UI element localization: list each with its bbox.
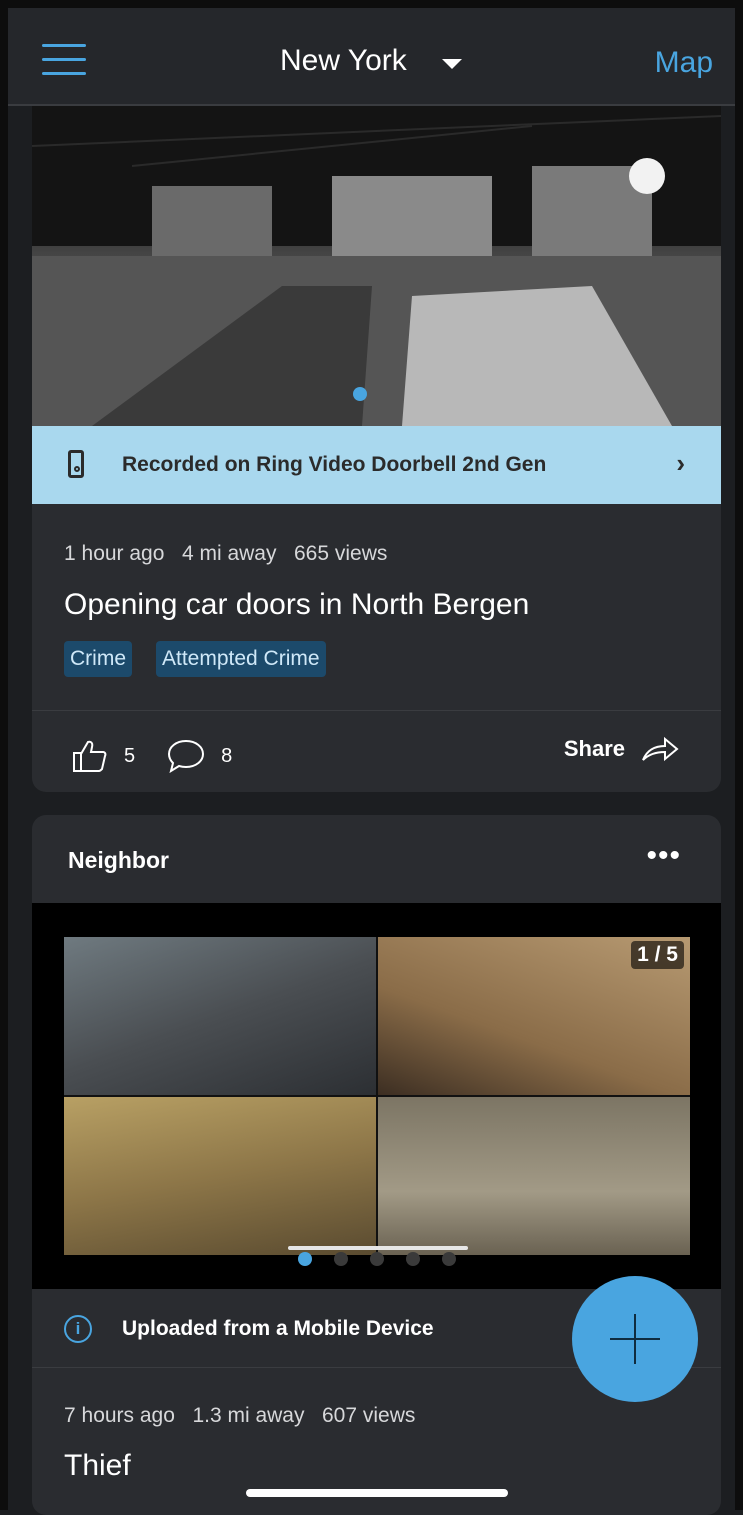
- post-views: 607 views: [322, 1404, 416, 1427]
- home-indicator[interactable]: [246, 1489, 508, 1497]
- post-card-2: Neighbor ••• 1 / 5 i Uploaded from a Mob…: [32, 815, 721, 1515]
- device-info-bar[interactable]: Recorded on Ring Video Doorbell 2nd Gen …: [32, 426, 721, 504]
- post-title[interactable]: Opening car doors in North Bergen: [64, 588, 529, 622]
- share-arrow-icon: [642, 736, 679, 762]
- camera-feed: [378, 1097, 690, 1255]
- doorbell-icon: [68, 450, 84, 478]
- tag-attempted-crime[interactable]: Attempted Crime: [156, 641, 326, 677]
- post-time: 7 hours ago: [64, 1404, 175, 1427]
- post-video-1[interactable]: [32, 106, 721, 426]
- comment-count: 8: [221, 744, 233, 767]
- carousel-dot[interactable]: [370, 1252, 384, 1266]
- post-meta: 1 hour ago 4 mi away 665 views: [64, 542, 387, 566]
- post-meta: 7 hours ago 1.3 mi away 607 views: [64, 1404, 415, 1428]
- like-count: 5: [124, 744, 136, 767]
- post-distance: 1.3 mi away: [192, 1404, 305, 1427]
- info-icon: i: [64, 1315, 92, 1343]
- map-button[interactable]: Map: [655, 46, 713, 80]
- post-author: Neighbor: [68, 847, 169, 873]
- tag-list: Crime Attempted Crime: [64, 641, 326, 677]
- media-counter: 1 / 5: [631, 941, 684, 969]
- carousel-indicators: [298, 1252, 456, 1266]
- doorbell-video-thumbnail: [32, 106, 721, 426]
- carousel-dot[interactable]: [406, 1252, 420, 1266]
- tag-crime[interactable]: Crime: [64, 641, 132, 677]
- thumbs-up-icon[interactable]: [72, 739, 108, 773]
- video-scrubber[interactable]: [288, 1246, 468, 1250]
- share-button[interactable]: Share: [564, 736, 679, 762]
- post-title[interactable]: Thief: [64, 1449, 131, 1483]
- chevron-right-icon: ›: [676, 448, 685, 478]
- carousel-indicator: [353, 387, 367, 401]
- upload-label: Uploaded from a Mobile Device: [122, 1317, 434, 1340]
- post-actions: 5 8: [72, 738, 264, 774]
- post-views: 665 views: [293, 542, 388, 565]
- comment-icon[interactable]: [167, 738, 205, 774]
- location-selector[interactable]: New York: [280, 44, 407, 78]
- post-card-1: Recorded on Ring Video Doorbell 2nd Gen …: [32, 106, 721, 792]
- top-bar: New York Map: [8, 8, 735, 106]
- post-time: 1 hour ago: [64, 542, 165, 565]
- carousel-dot[interactable]: [298, 1252, 312, 1266]
- divider: [32, 710, 721, 711]
- chevron-down-icon[interactable]: [442, 59, 462, 69]
- camera-feed: [64, 937, 376, 1095]
- hamburger-menu-icon[interactable]: [42, 44, 86, 76]
- add-post-button[interactable]: [572, 1276, 698, 1402]
- more-options-icon[interactable]: •••: [646, 839, 681, 873]
- device-label: Recorded on Ring Video Doorbell 2nd Gen: [122, 453, 547, 476]
- cctv-grid: 1 / 5: [64, 937, 690, 1255]
- camera-feed: [64, 1097, 376, 1255]
- carousel-dot[interactable]: [334, 1252, 348, 1266]
- post-distance: 4 mi away: [181, 542, 277, 565]
- share-label: Share: [563, 736, 625, 761]
- carousel-dot[interactable]: [442, 1252, 456, 1266]
- post-video-2[interactable]: 1 / 5: [32, 903, 721, 1289]
